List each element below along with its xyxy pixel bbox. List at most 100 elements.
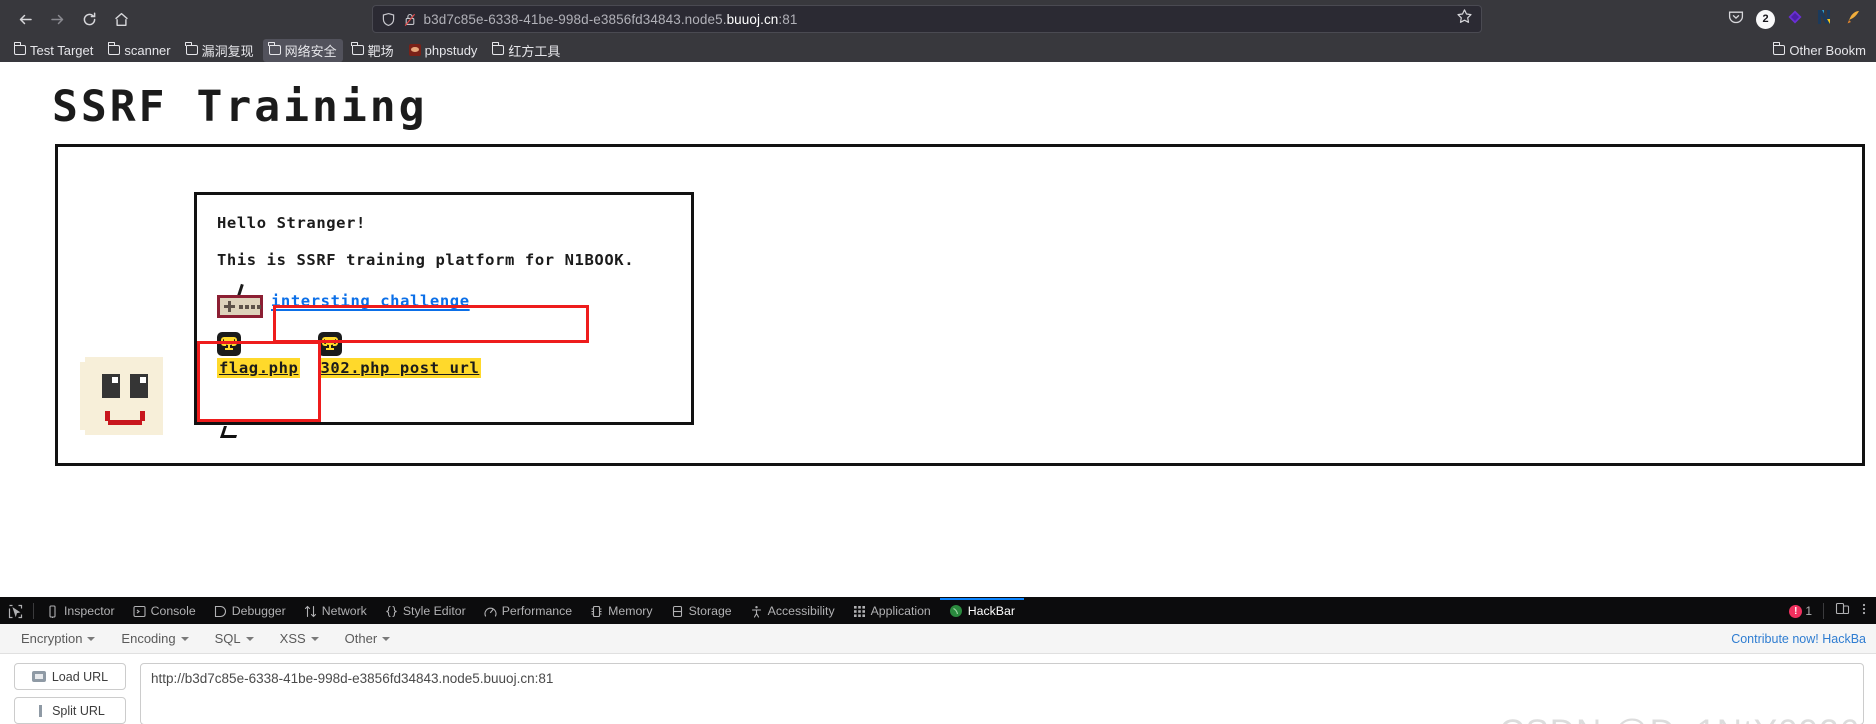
button-label: Load URL <box>51 669 109 684</box>
forward-button[interactable] <box>42 4 72 34</box>
bookmarks-bar: Test Target scanner 漏洞复现 网络安全 靶场 phpstud… <box>0 38 1876 62</box>
browser-toolbar: b3d7c85e-6338-41be-998d-e3856fd34843.nod… <box>0 0 1876 38</box>
error-count-label: 1 <box>1805 604 1812 618</box>
folder-icon <box>492 42 505 55</box>
tab-label: Application <box>870 604 931 618</box>
bookmark-item[interactable]: phpstudy <box>403 41 484 60</box>
shield-icon[interactable] <box>381 12 396 27</box>
hackbar-menu-xss[interactable]: XSS <box>269 628 330 649</box>
bookmark-label: Test Target <box>30 42 94 58</box>
pocket-icon[interactable] <box>1727 8 1745 31</box>
error-icon: ! <box>1789 604 1803 618</box>
extension-menu-icon[interactable] <box>1844 8 1862 31</box>
devtools-tab-style-editor[interactable]: Style Editor <box>376 598 475 625</box>
hackbar-body: Load URL Split URL http://b3d7c85e-6338-… <box>0 654 1876 724</box>
gamepad-icon <box>217 283 263 318</box>
other-bookmarks-button[interactable]: Other Bookm <box>1767 41 1872 60</box>
devtools-tab-performance[interactable]: Performance <box>475 598 581 625</box>
element-picker-icon[interactable] <box>0 598 30 625</box>
tab-label: Console <box>150 604 196 618</box>
hackbar-menu-encryption[interactable]: Encryption <box>10 628 106 649</box>
flag-php-link[interactable]: flag.php <box>217 358 301 378</box>
bookmark-star-icon[interactable] <box>1456 8 1473 30</box>
tab-label: Accessibility <box>767 604 835 618</box>
hackbar-buttons: Load URL Split URL <box>14 663 126 724</box>
folder-icon <box>13 42 26 55</box>
url-text[interactable]: b3d7c85e-6338-41be-998d-e3856fd34843.nod… <box>424 12 1449 27</box>
reload-button[interactable] <box>74 4 104 34</box>
greeting-text: Hello Stranger! <box>217 214 366 232</box>
bookmark-item[interactable]: 漏洞复现 <box>180 39 260 62</box>
chevron-down-icon <box>87 636 96 641</box>
address-bar-container: b3d7c85e-6338-41be-998d-e3856fd34843.nod… <box>138 5 1715 33</box>
split-url-icon <box>35 704 46 717</box>
load-url-icon <box>31 671 46 682</box>
pixel-smiley-face-icon <box>80 357 163 435</box>
302-php-link-item[interactable]: 302.php post url <box>318 332 482 378</box>
challenge-links-row: flag.php 302.php post url <box>217 332 675 378</box>
back-button[interactable] <box>10 4 40 34</box>
devtools-tab-memory[interactable]: Memory <box>581 598 661 625</box>
tab-label: Memory <box>608 604 653 618</box>
devtools-toolbar: Inspector Console Debugger Network Style… <box>0 597 1876 624</box>
hackbar-menu-sql[interactable]: SQL <box>204 628 265 649</box>
chevron-down-icon <box>245 636 254 641</box>
speech-bubble-tail <box>220 426 248 452</box>
lock-disabled-icon[interactable] <box>403 12 417 27</box>
folder-icon <box>268 42 281 55</box>
bookmark-item-active[interactable]: 网络安全 <box>262 38 343 62</box>
hackbar-menu-other[interactable]: Other <box>334 628 402 649</box>
devtools-tab-hackbar[interactable]: HackBar <box>939 597 1025 625</box>
more-options-icon[interactable] <box>1858 602 1870 620</box>
hackbar-url-input[interactable]: http://b3d7c85e-6338-41be-998d-e3856fd34… <box>140 663 1864 724</box>
devtools-tab-inspector[interactable]: Inspector <box>37 598 124 625</box>
address-bar[interactable]: b3d7c85e-6338-41be-998d-e3856fd34843.nod… <box>371 5 1482 33</box>
tab-label: Storage <box>688 604 732 618</box>
menu-label: Encoding <box>121 631 176 646</box>
page-title: SSRF Training <box>52 82 428 132</box>
devtools-tab-application[interactable]: Application <box>844 598 940 625</box>
devtools-tab-debugger[interactable]: Debugger <box>205 598 295 625</box>
menu-label: Encryption <box>21 631 83 646</box>
devtools-tab-accessibility[interactable]: Accessibility <box>741 598 844 625</box>
split-url-button[interactable]: Split URL <box>14 697 126 724</box>
trophy-icon <box>217 332 241 356</box>
phpstudy-icon <box>408 44 421 56</box>
devtools-tab-storage[interactable]: Storage <box>662 598 741 625</box>
bookmark-label: 靶场 <box>367 43 394 59</box>
extension-purple-diamond-icon[interactable] <box>1786 8 1804 31</box>
extensions-area: 2 <box>1717 8 1866 31</box>
left-eye <box>102 370 120 402</box>
bookmark-item[interactable]: 红方工具 <box>486 39 566 62</box>
other-bookmarks-container: Other Bookm <box>1767 38 1876 62</box>
devtools-tab-console[interactable]: Console <box>124 598 205 625</box>
error-count-badge[interactable]: ! 1 <box>1789 604 1812 618</box>
contribute-link[interactable]: Contribute now! HackBa <box>1731 632 1866 646</box>
folder-icon <box>108 42 121 55</box>
hackbar-menu-encoding[interactable]: Encoding <box>110 628 199 649</box>
extension-nuclei-icon[interactable] <box>1815 8 1833 31</box>
button-label: Split URL <box>52 703 105 718</box>
chevron-down-icon <box>310 636 319 641</box>
devtools-toolbar-right: ! 1 <box>1789 598 1876 625</box>
extension-badge-count[interactable]: 2 <box>1756 9 1775 29</box>
home-button[interactable] <box>106 4 136 34</box>
folder-icon <box>185 42 198 55</box>
bookmark-item[interactable]: 靶场 <box>346 39 400 62</box>
bookmark-item[interactable]: Test Target <box>8 41 99 60</box>
folder-icon <box>1773 42 1786 55</box>
trophy-icon <box>318 332 343 356</box>
intersting-challenge-link[interactable]: intersting challenge <box>271 291 470 311</box>
speech-bubble: Hello Stranger! This is SSRF training pl… <box>194 192 694 438</box>
302-php-link[interactable]: 302.php post url <box>318 358 482 378</box>
devtools-tab-network[interactable]: Network <box>295 598 376 625</box>
responsive-design-mode-icon[interactable] <box>1835 601 1850 621</box>
load-url-button[interactable]: Load URL <box>14 663 126 690</box>
content-frame: Hello Stranger! This is SSRF training pl… <box>55 144 1865 466</box>
hackbar-menubar: Encryption Encoding SQL XSS Other Contri… <box>0 624 1876 654</box>
browser-window: b3d7c85e-6338-41be-998d-e3856fd34843.nod… <box>0 0 1876 724</box>
hackbar-contribute[interactable]: Contribute now! HackBa <box>1731 624 1866 654</box>
bookmark-item[interactable]: scanner <box>102 41 176 60</box>
tab-label: Debugger <box>231 604 286 618</box>
flag-php-link-item[interactable]: flag.php <box>217 332 301 378</box>
